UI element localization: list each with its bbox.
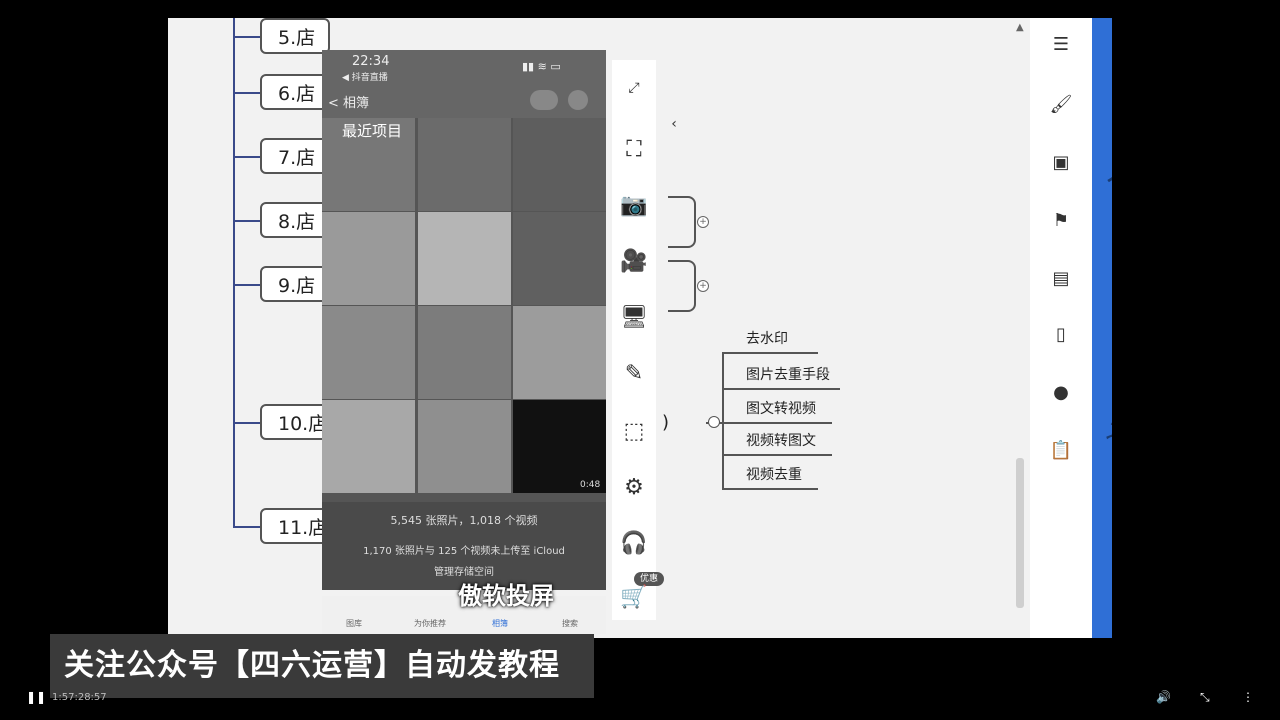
photo-thumbnail[interactable] [513,118,606,211]
mindmap-branch [233,36,260,38]
phone-status-bar: 22:34 ◀ 抖音直播 ▮▮ ≋ ▭ [322,50,606,84]
photo-thumbnail[interactable] [322,306,415,399]
mindmap-branch [233,92,260,94]
photo-thumbnail[interactable] [418,400,511,493]
album-title: 最近项目 [342,122,403,140]
expand-arrows-icon[interactable]: ⤢ [620,74,648,102]
more-options-icon[interactable] [568,90,588,110]
mindmap-branch [233,220,260,222]
settings-gear-icon[interactable]: ⚙ [620,474,648,502]
video-timestamp: 1:57:28:57 [52,692,107,703]
phone-carrier: ◀ 抖音直播 [342,73,388,83]
tab-for-you[interactable]: 为你推荐 [414,618,446,629]
tab-albums[interactable]: 相簿 [492,618,508,629]
mindmap-trunk [233,18,235,526]
mindmap-leaf[interactable]: 图文转视频 [722,396,832,424]
photo-count: 5,545 张照片，1,018 个视频 [390,514,538,527]
phone-nav-bar: < 相簿 [322,84,606,118]
mindmap-bracket [668,196,696,248]
expand-plus-icon[interactable]: + [697,280,709,292]
mindmap-leaf[interactable]: 去水印 [722,326,818,354]
photo-thumbnail[interactable] [418,118,511,211]
collapse-chevron-icon[interactable]: ‹ [660,110,688,138]
mindmap-node[interactable]: 10.店 [260,404,330,440]
vertical-scrollbar[interactable] [1016,458,1024,608]
headset-icon[interactable]: 🎧 [620,530,648,558]
document-icon[interactable]: ▯ [1048,322,1074,348]
watermark: 六运营 [1103,153,1201,218]
photo-thumbnail[interactable] [322,400,415,493]
photo-thumbnail[interactable] [418,212,511,305]
mindmap-node[interactable]: 8.店 [260,202,330,238]
tab-library[interactable]: 图库 [346,618,362,629]
promo-banner: 关注公众号【四六运营】自动发教程 [50,634,594,698]
signal-icon: ▮▮ ≋ ▭ [522,60,561,73]
video-record-icon[interactable]: 🎥 [620,248,648,276]
comment-icon[interactable]: ● [1048,380,1074,406]
select-button[interactable] [530,90,558,110]
caption-icon[interactable]: ▤ [1048,266,1074,292]
photo-thumbnail[interactable] [418,306,511,399]
flag-icon[interactable]: ⚑ [1048,208,1074,234]
scroll-up-arrow-icon[interactable]: ▲ [1016,22,1026,36]
mindmap-node[interactable]: 9.店 [260,266,330,302]
video-duration: 0:48 [580,480,601,490]
mindmap-node[interactable]: 7.店 [260,138,330,174]
mindmap-branch [233,526,260,528]
mindmap-node[interactable]: 6.店 [260,74,330,110]
cart-icon[interactable]: 🛒 [620,584,648,612]
screen-cast-subtitle: 傲软投屏 [458,582,554,610]
mindmap-node[interactable]: 5.店 [260,18,330,54]
mindmap-branch [233,422,260,424]
photo-thumbnail[interactable] [322,212,415,305]
more-vertical-icon[interactable]: ⋮ [1242,690,1254,704]
expand-plus-icon[interactable]: + [697,216,709,228]
mindmap-branch [233,284,260,286]
phone-mirror-window: 22:34 ◀ 抖音直播 ▮▮ ≋ ▭ < 相簿 最近项目 0:48 5,545… [322,50,606,590]
volume-icon[interactable]: 🔊 [1156,690,1171,704]
collapse-circle-icon[interactable] [708,416,720,428]
fullscreen-toggle-icon[interactable]: ⤡ [1200,690,1210,705]
window-edge-bar [1092,18,1112,638]
brush-icon[interactable]: ✎ [620,360,648,388]
paint-brush-icon[interactable]: 🖌 [1048,92,1074,118]
mindmap-branch [233,156,260,158]
albums-back-link[interactable]: < 相簿 [328,92,369,111]
screen-cast-icon[interactable]: 🖥 [620,304,648,332]
list-settings-icon[interactable]: ☰ [1048,32,1074,58]
mindmap-node[interactable]: 11.店 [260,508,330,544]
mindmap-leaf[interactable]: 图片去重手段 [722,362,840,390]
fullscreen-icon[interactable]: ⛶ [620,136,648,164]
selection-icon[interactable]: ⬚ [620,418,648,446]
photo-thumbnail[interactable] [513,212,606,305]
clipboard-icon[interactable]: 📋 [1048,438,1074,464]
mindmap-leaf[interactable]: 视频转图文 [722,428,832,456]
tab-search[interactable]: 搜索 [562,618,578,629]
watermark: 运营 [1102,410,1171,464]
mindmap-bracket [668,260,696,312]
phone-time: 22:34 [352,54,390,69]
camera-icon[interactable]: 📷 [620,192,648,220]
parent-node-tail: ) [662,412,670,433]
mindmap-leaf[interactable]: 视频去重 [722,462,818,490]
pause-icon[interactable]: ❚❚ [26,690,46,704]
icloud-status: 1,170 张照片与 125 个视频未上传至 iCloud [363,546,565,557]
image-icon[interactable]: ▣ [1048,150,1074,176]
photo-thumbnail[interactable] [513,306,606,399]
